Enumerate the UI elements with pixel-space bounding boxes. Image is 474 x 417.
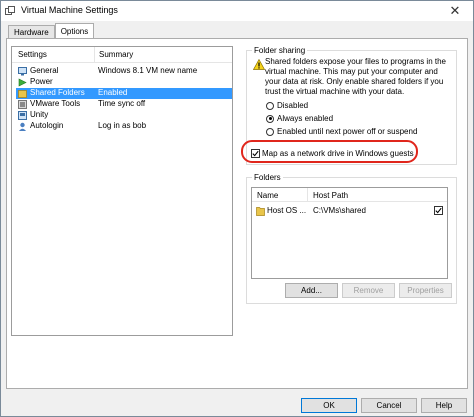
column-separator[interactable] [94, 47, 95, 62]
column-header-host-path[interactable]: Host Path [313, 191, 348, 200]
folder-row[interactable]: Host OS ... C:\VMs\shared [255, 205, 445, 217]
folders-legend: Folders [252, 173, 283, 182]
add-folder-button[interactable]: Add... [285, 283, 338, 298]
vm-settings-window: Virtual Machine Settings ✕ Hardware Opti… [0, 0, 474, 417]
radio-button[interactable] [266, 127, 274, 136]
folder-name: Host OS ... [267, 206, 307, 215]
settings-item-label: General [30, 66, 59, 75]
folders-list-header: Name Host Path [252, 188, 447, 202]
remove-folder-button[interactable]: Remove [342, 283, 395, 298]
column-header-settings[interactable]: Settings [18, 50, 47, 59]
tab-strip: Hardware Options [8, 23, 95, 39]
column-separator[interactable] [307, 188, 308, 201]
title-bar: Virtual Machine Settings ✕ [1, 1, 473, 21]
settings-item-shared-folders[interactable]: Shared Folders Enabled [16, 88, 232, 99]
sharing-warning-text: Shared folders expose your files to prog… [265, 57, 446, 96]
autologin-icon [19, 122, 26, 131]
tab-options[interactable]: Options [54, 23, 95, 39]
folder-host-path: C:\VMs\shared [313, 206, 366, 215]
vmware-tools-icon [18, 100, 27, 109]
settings-list-header: Settings Summary [12, 47, 232, 63]
settings-item-summary: Time sync off [98, 99, 146, 108]
folder-sharing-legend: Folder sharing [252, 46, 308, 55]
settings-item-label: Power [30, 77, 53, 86]
column-header-name[interactable]: Name [257, 191, 278, 200]
radio-label: Disabled [277, 101, 309, 110]
power-icon [18, 78, 27, 87]
folders-list[interactable]: Name Host Path Host OS ... C:\VMs\shared [251, 187, 448, 279]
general-icon [18, 67, 27, 76]
settings-item-autologin[interactable]: Autologin Log in as bob [16, 121, 232, 132]
folder-enabled-checkbox[interactable] [434, 206, 443, 215]
shared-folders-icon [18, 90, 27, 98]
close-icon[interactable]: ✕ [447, 3, 463, 19]
vmware-app-icon [5, 6, 15, 15]
settings-item-vmware-tools[interactable]: VMware Tools Time sync off [16, 99, 232, 110]
tab-hardware[interactable]: Hardware [8, 25, 55, 39]
settings-item-summary: Enabled [98, 88, 128, 97]
settings-item-label: Shared Folders [30, 88, 85, 97]
settings-item-label: VMware Tools [30, 99, 81, 108]
settings-item-unity[interactable]: Unity [16, 110, 232, 121]
settings-item-summary: Windows 8.1 VM new name [98, 66, 198, 75]
help-button[interactable]: Help [421, 398, 467, 413]
warning-icon [253, 59, 265, 70]
cancel-button[interactable]: Cancel [361, 398, 417, 413]
column-header-summary[interactable]: Summary [99, 50, 133, 59]
settings-item-general[interactable]: General Windows 8.1 VM new name [16, 66, 232, 77]
radio-always-enabled[interactable]: Always enabled [266, 113, 333, 124]
settings-item-summary: Log in as bob [98, 121, 147, 130]
radio-disabled[interactable]: Disabled [266, 100, 308, 111]
settings-item-label: Unity [30, 110, 49, 119]
radio-label: Enabled until next power off or suspend [277, 127, 418, 136]
checkmark-icon [435, 207, 442, 214]
unity-icon [18, 111, 27, 120]
settings-item-power[interactable]: Power [16, 77, 232, 88]
folder-icon [256, 207, 265, 216]
window-title: Virtual Machine Settings [21, 5, 118, 15]
radio-button[interactable] [266, 101, 274, 110]
radio-button[interactable] [266, 114, 274, 123]
folder-properties-button[interactable]: Properties [399, 283, 452, 298]
settings-list[interactable]: Settings Summary General Windows 8.1 VM … [11, 46, 233, 336]
radio-enabled-until-power-off[interactable]: Enabled until next power off or suspend [266, 126, 417, 137]
ok-button[interactable]: OK [301, 398, 357, 413]
annotation-highlight-oval [241, 140, 418, 163]
radio-label: Always enabled [277, 114, 334, 123]
settings-item-label: Autologin [30, 121, 64, 130]
